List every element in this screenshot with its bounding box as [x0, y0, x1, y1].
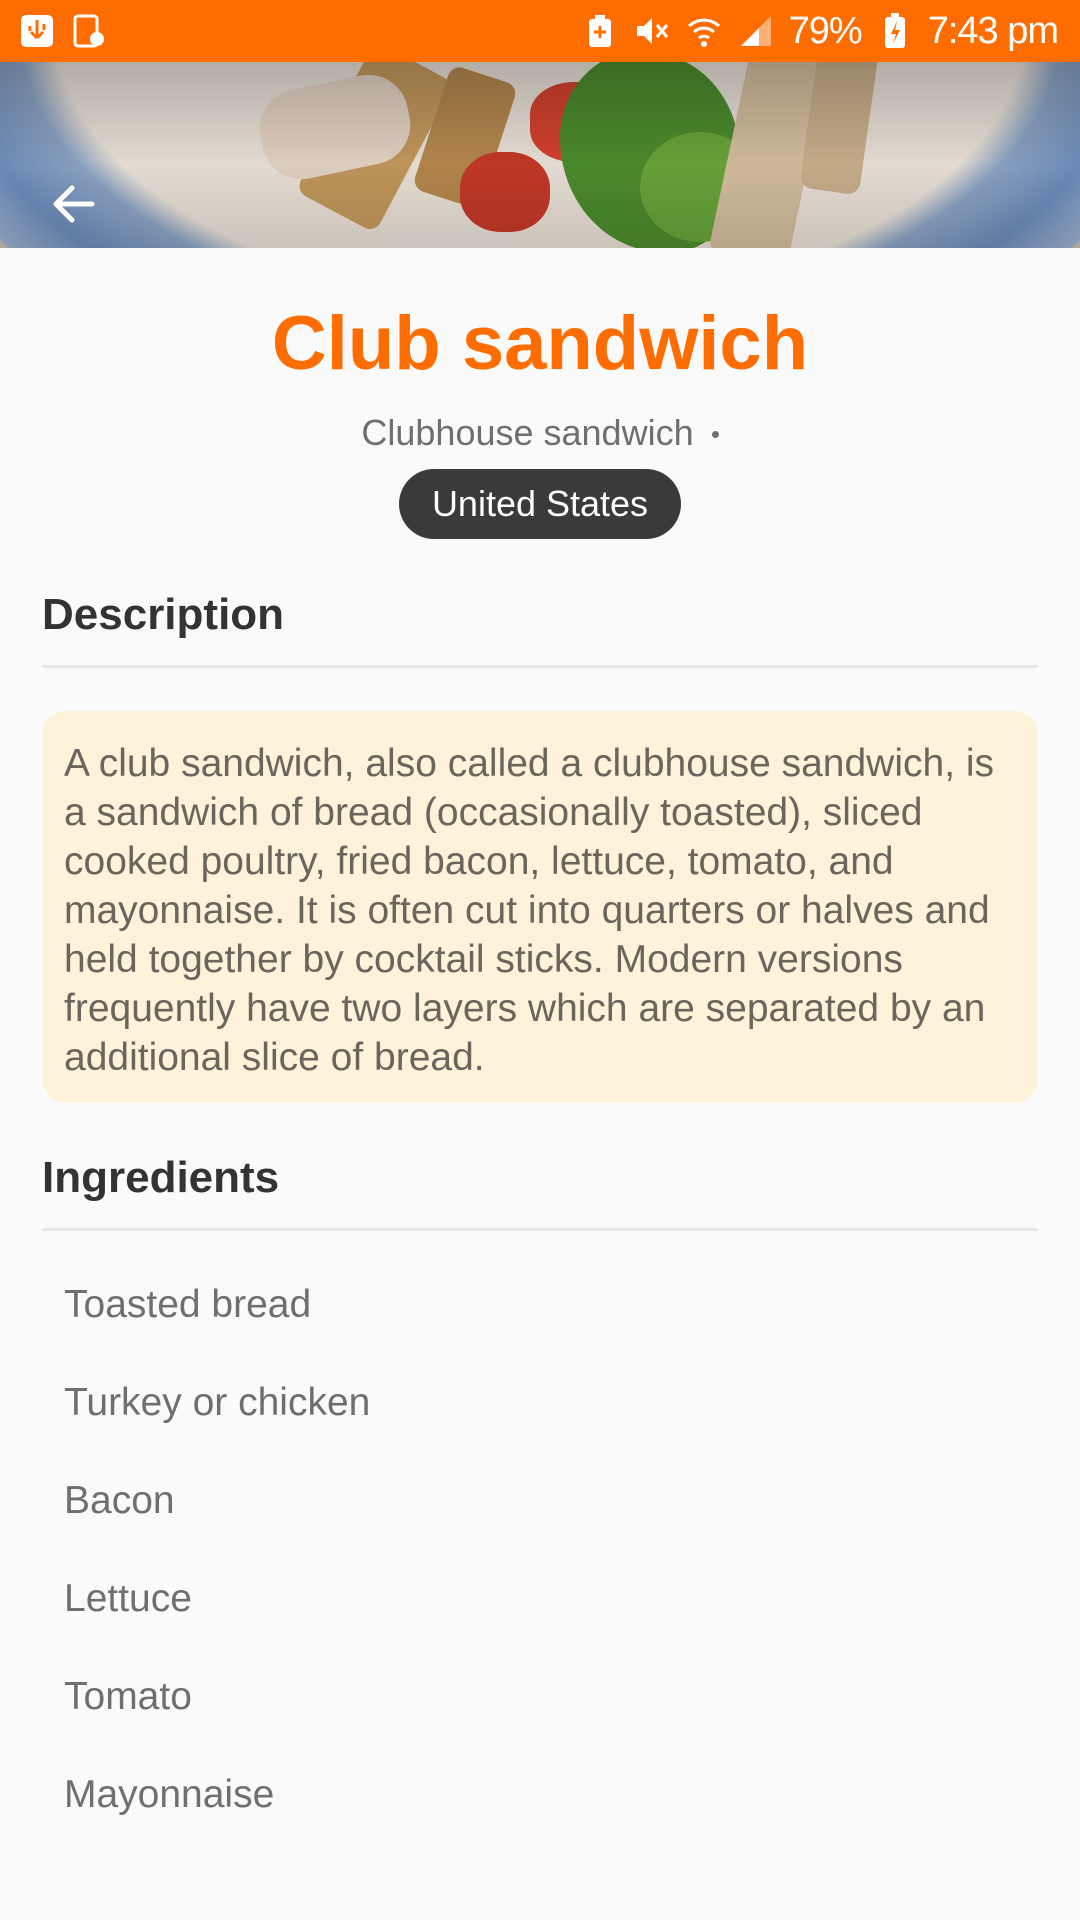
ingredient-item: Mayonnaise	[64, 1773, 275, 1816]
alt-name: Clubhouse sandwich	[361, 412, 694, 453]
clock: 7:43 pm	[927, 9, 1059, 52]
description-text: A club sandwich, also called a clubhouse…	[64, 742, 995, 1079]
ingredient-item: Toasted bread	[64, 1283, 312, 1326]
ingredient-item: Tomato	[64, 1675, 192, 1718]
battery-percent: 79%	[788, 9, 863, 52]
signal-icon	[737, 12, 775, 50]
back-arrow-icon	[53, 185, 95, 223]
country-chip[interactable]: United States	[399, 469, 681, 539]
ingredient-item: Bacon	[64, 1479, 175, 1522]
screenshot-icon	[70, 12, 108, 50]
wifi-icon	[685, 12, 723, 50]
battery-charging-icon	[876, 12, 914, 50]
status-bar: 79% 7:43 pm	[0, 0, 1080, 62]
battery-saver-icon	[581, 12, 619, 50]
status-bar-left	[18, 12, 108, 50]
status-bar-right: 79% 7:43 pm	[581, 9, 1059, 53]
mute-icon	[633, 12, 671, 50]
divider	[42, 665, 1038, 668]
divider	[42, 1228, 1038, 1231]
page-title: Club sandwich	[271, 301, 809, 386]
hero-image	[0, 62, 1080, 248]
description-card: A club sandwich, also called a clubhouse…	[42, 711, 1038, 1103]
separator-dot	[711, 430, 719, 438]
alt-name-row: Clubhouse sandwich	[0, 412, 1080, 454]
ingredient-item: Lettuce	[64, 1577, 192, 1620]
ingredients-heading: Ingredients	[42, 1153, 280, 1202]
usb-icon	[18, 12, 56, 50]
ingredient-item: Turkey or chicken	[64, 1381, 371, 1424]
description-heading: Description	[42, 590, 285, 639]
back-button[interactable]	[40, 170, 108, 238]
